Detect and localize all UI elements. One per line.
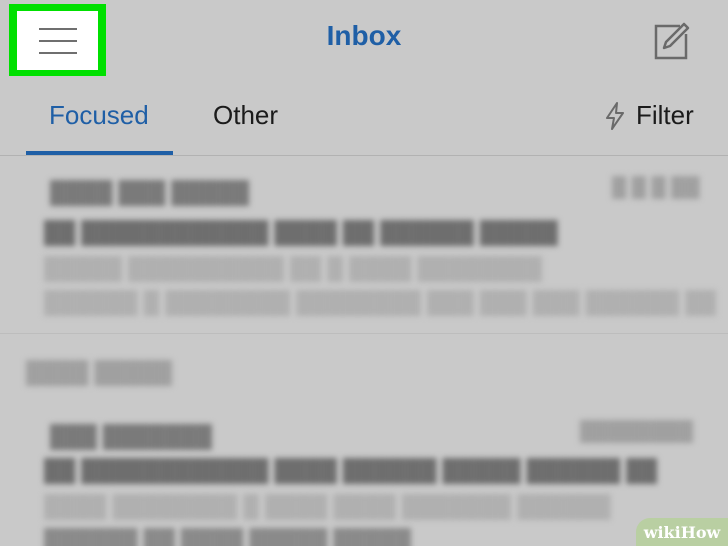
blurred-preview: █████ ██████████ ██ █ ████ ████████ [44,256,543,281]
wikihow-watermark: wiki How [636,518,728,546]
tab-focused[interactable]: Focused [49,100,149,131]
lightning-bolt-icon [606,101,624,130]
blurred-preview: ██████ █ ████████ ████████ ███ ███ ███ █… [44,290,717,315]
blurred-preview: ██████ ██ ████ █████ █████ [44,528,412,546]
blurred-sender: ███ ███████ [50,424,212,449]
tabs-divider [0,155,728,156]
watermark-wiki: wiki [643,522,681,542]
blurred-subject: ██ ████████████ ████ ██████ █████ ██████… [44,458,658,483]
tab-other[interactable]: Other [213,100,278,131]
watermark-how: How [680,522,721,542]
blurred-date: █ █ █ ██ [612,176,700,198]
compose-icon[interactable] [650,20,692,62]
blurred-section-header: ████ █████ [26,360,173,385]
blurred-preview: ████ ████████ █ ████ ████ ███████ ██████ [44,494,611,519]
blurred-subject: ██ ████████████ ████ ██ ██████ █████ [44,220,558,245]
blurred-date: ████████ [580,420,694,442]
page-title: Inbox [326,20,402,51]
filter-label: Filter [636,100,694,130]
filter-button[interactable]: Filter [604,100,694,131]
blurred-sender: ████ ███ █████ [50,180,250,205]
outlook-inbox-screen: Inbox Focused Other Filter ████ ███ ████… [0,0,728,546]
row-divider [0,333,728,334]
